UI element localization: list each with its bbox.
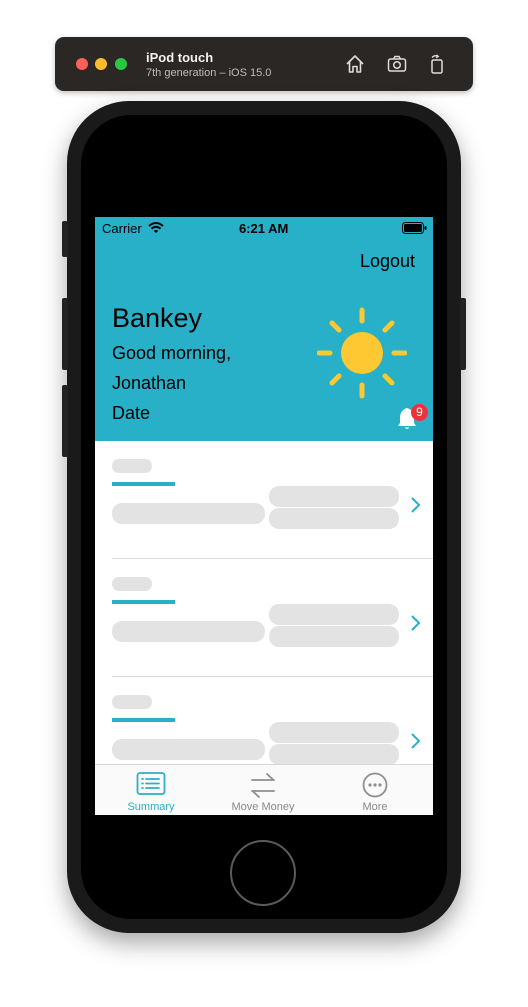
tab-more[interactable]: More xyxy=(319,765,431,815)
tab-bar: Summary Move Money More xyxy=(95,764,433,815)
user-name-label: Jonathan xyxy=(112,373,187,393)
chevron-right-icon xyxy=(411,615,421,631)
app-name: Bankey xyxy=(112,303,203,333)
simulator-device-name: iPod touch xyxy=(146,50,214,65)
power-button xyxy=(460,298,466,370)
sun-icon xyxy=(317,307,407,399)
chevron-right-icon xyxy=(411,497,421,513)
summary-header: Carrier 6:21 AM Logout Bankey Good morni… xyxy=(95,217,433,441)
screenshot-icon[interactable] xyxy=(386,53,408,75)
account-type-placeholder xyxy=(112,459,152,473)
notification-badge: 9 xyxy=(411,404,428,421)
tab-move-money-label: Move Money xyxy=(231,801,295,813)
mute-switch xyxy=(62,221,68,257)
account-name-placeholder xyxy=(112,621,265,642)
zoom-window-button[interactable] xyxy=(115,58,127,70)
date-label: Date xyxy=(112,403,151,423)
balance-label-placeholder xyxy=(269,604,399,625)
device-home-button[interactable] xyxy=(230,840,296,906)
minimize-window-button[interactable] xyxy=(95,58,107,70)
account-name-placeholder xyxy=(112,503,265,524)
account-row[interactable] xyxy=(95,441,433,559)
tab-move-money[interactable]: Move Money xyxy=(207,765,319,815)
account-accent-underline xyxy=(112,718,175,722)
list-icon xyxy=(136,772,166,795)
home-icon[interactable] xyxy=(344,53,366,75)
account-name-placeholder xyxy=(112,739,265,760)
balance-label-placeholder xyxy=(269,722,399,743)
account-accent-underline xyxy=(112,600,175,604)
tab-summary[interactable]: Summary xyxy=(95,765,207,815)
balance-amount-placeholder xyxy=(269,744,399,765)
account-accent-underline xyxy=(112,482,175,486)
account-type-placeholder xyxy=(112,577,152,591)
rotate-icon[interactable] xyxy=(426,53,448,75)
logout-button[interactable]: Logout xyxy=(360,251,415,272)
volume-down-button xyxy=(62,385,68,457)
balance-label-placeholder xyxy=(269,486,399,507)
wifi-icon xyxy=(148,222,164,233)
app-screen: Carrier 6:21 AM Logout Bankey Good morni… xyxy=(95,217,433,815)
battery-icon xyxy=(402,222,427,234)
simulator-device-detail: 7th generation – iOS 15.0 xyxy=(146,67,272,79)
account-type-placeholder xyxy=(112,695,152,709)
volume-up-button xyxy=(62,298,68,370)
balance-amount-placeholder xyxy=(269,626,399,647)
ellipsis-circle-icon xyxy=(362,772,388,798)
chevron-right-icon xyxy=(411,733,421,749)
tab-more-label: More xyxy=(362,801,388,813)
close-window-button[interactable] xyxy=(76,58,88,70)
status-time: 6:21 AM xyxy=(239,221,289,236)
balance-amount-placeholder xyxy=(269,508,399,529)
account-row[interactable] xyxy=(95,559,433,677)
tab-summary-label: Summary xyxy=(127,801,175,813)
arrows-left-right-icon xyxy=(251,773,275,798)
greeting-label: Good morning, xyxy=(112,343,232,363)
simulator-title-bar: iPod touch 7th generation – iOS 15.0 xyxy=(55,37,473,91)
carrier-label: Carrier xyxy=(102,221,142,236)
